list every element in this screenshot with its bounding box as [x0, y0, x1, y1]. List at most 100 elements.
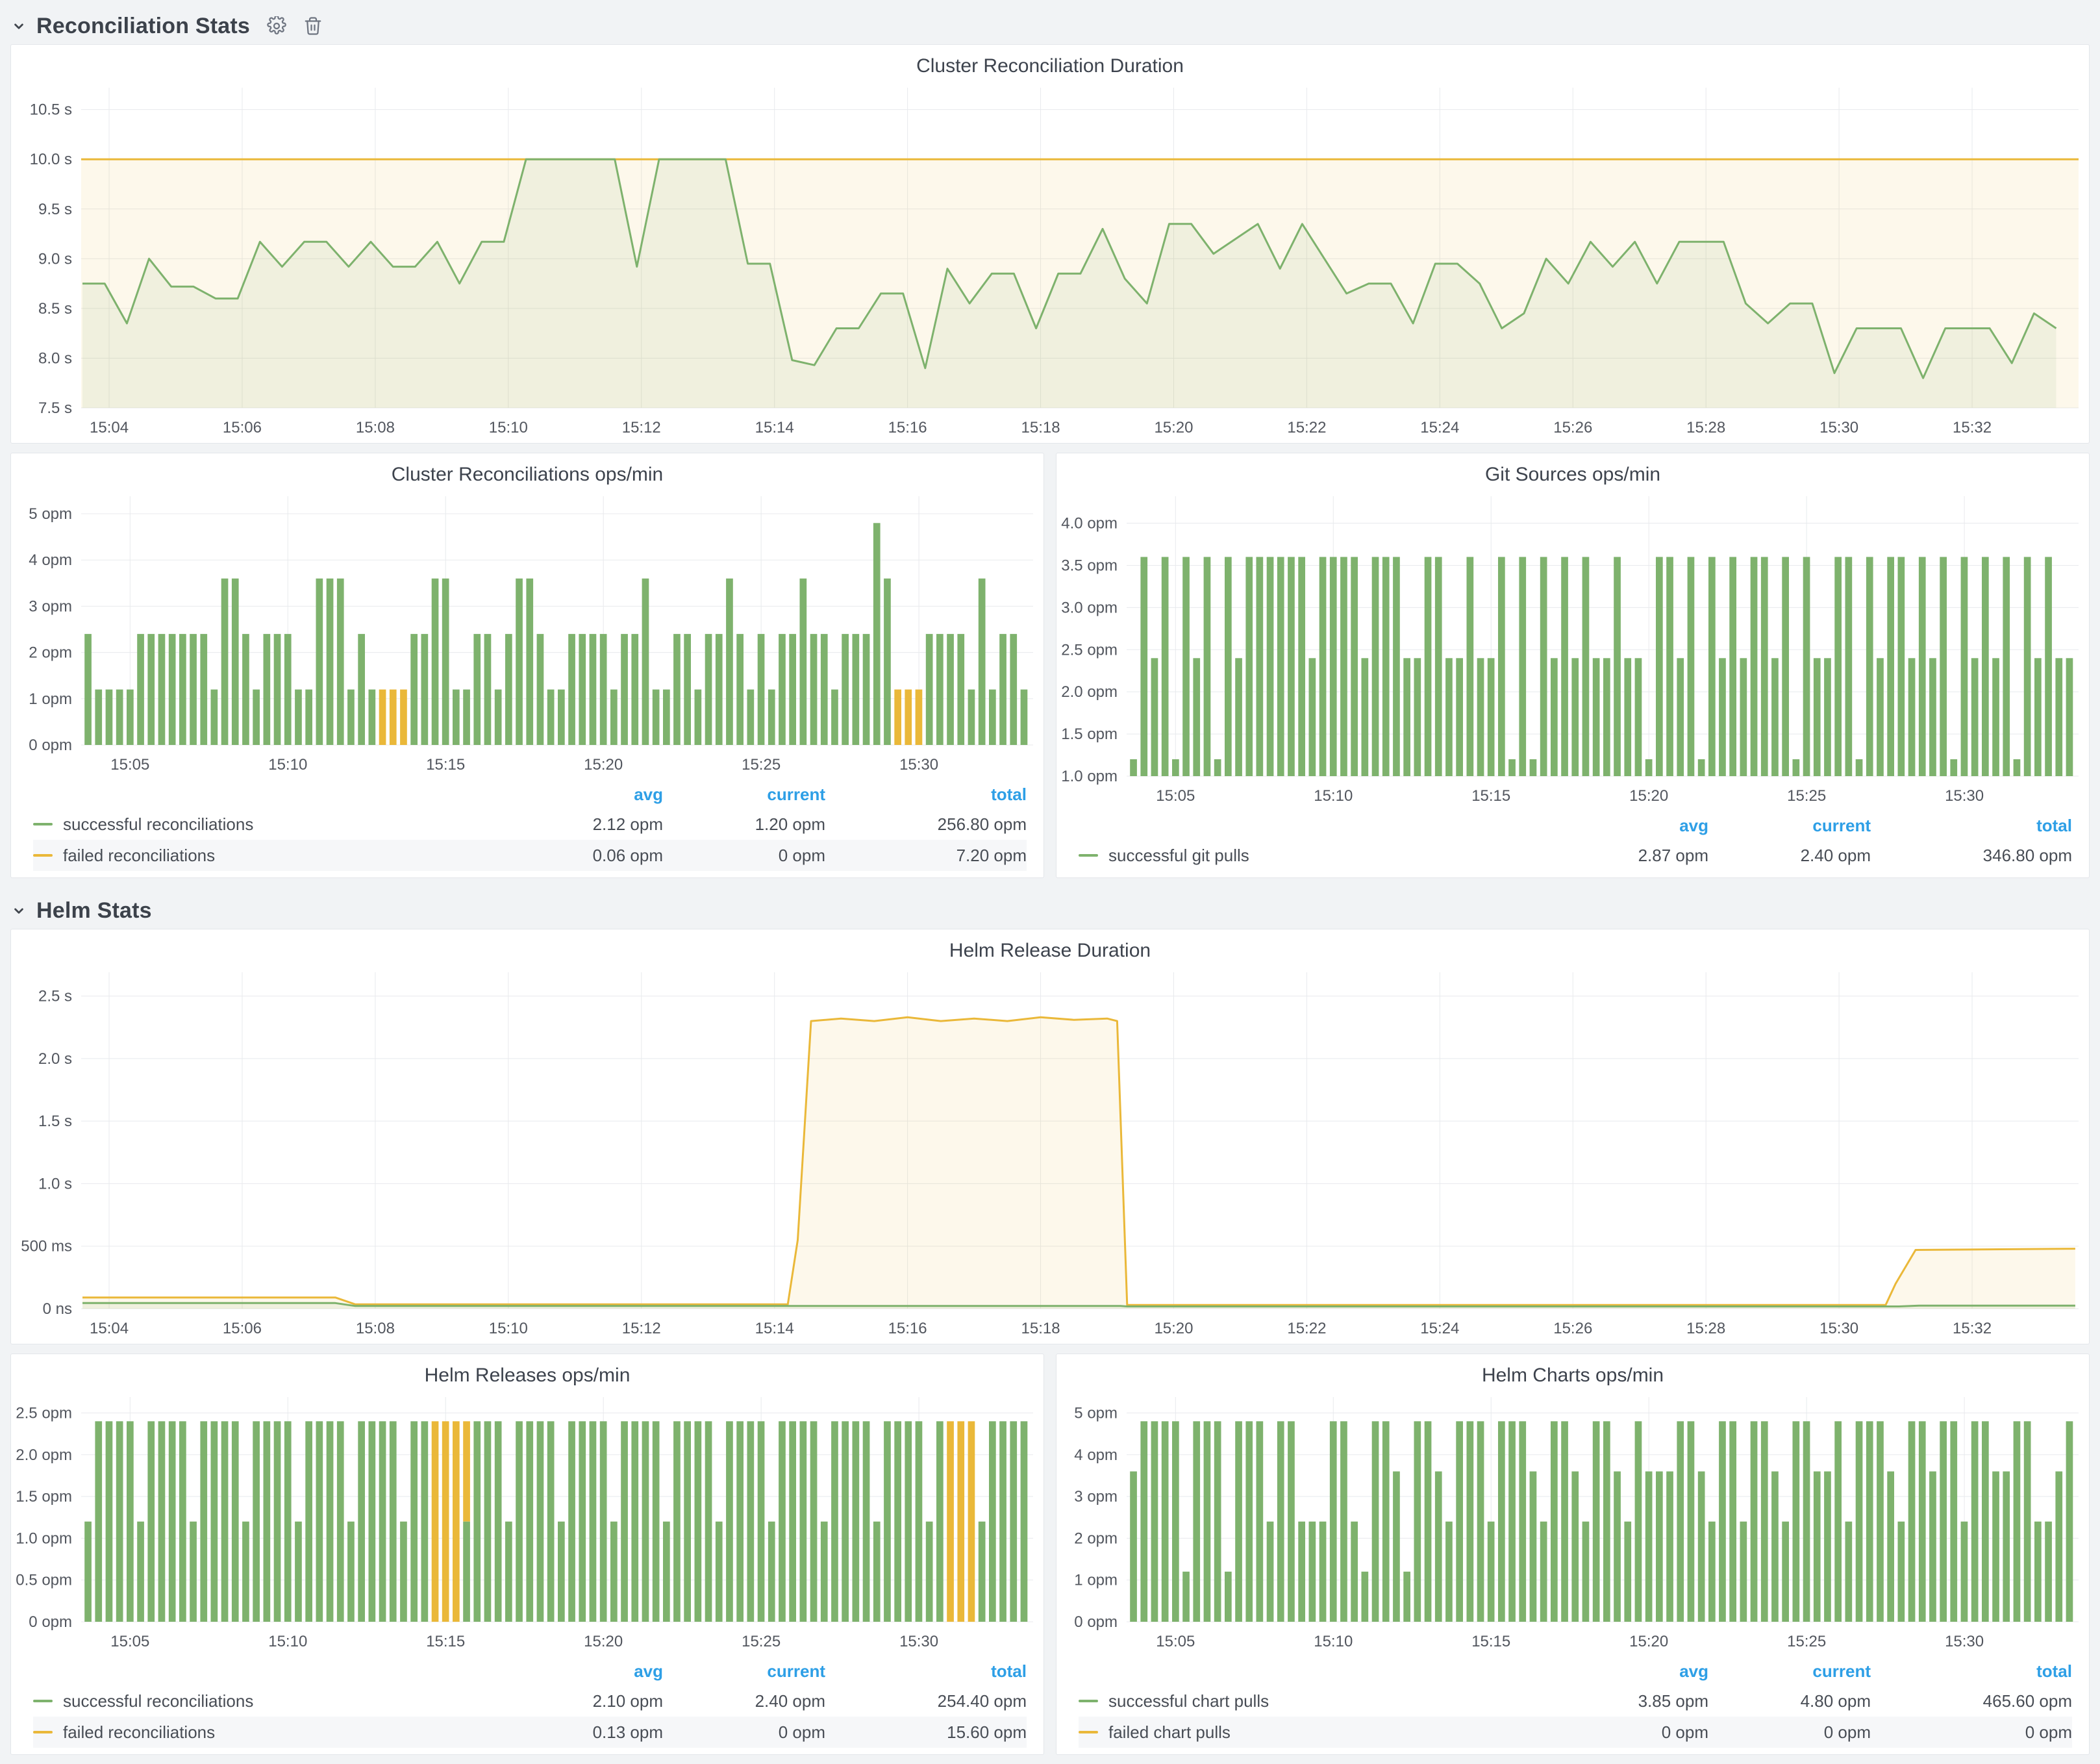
svg-text:15:16: 15:16	[888, 419, 927, 436]
stat-header-current[interactable]: current	[663, 785, 825, 805]
svg-text:15:10: 15:10	[489, 1320, 528, 1337]
svg-text:15:18: 15:18	[1021, 1320, 1060, 1337]
svg-text:1.5 opm: 1.5 opm	[1061, 725, 1118, 743]
svg-text:15:15: 15:15	[1471, 1633, 1510, 1650]
svg-text:1 opm: 1 opm	[29, 690, 72, 708]
svg-text:15:14: 15:14	[755, 1320, 794, 1337]
helm-release-duration-chart[interactable]: 15:0415:0615:0815:1015:1215:1415:1615:18…	[11, 966, 2089, 1344]
helm-releases-chart[interactable]: 15:0515:1015:1515:2015:2515:300 opm0.5 o…	[11, 1391, 1044, 1657]
series-color-swatch	[1079, 1731, 1098, 1733]
helm-releases-legend: avg current total successful reconciliat…	[11, 1657, 1044, 1754]
section-title[interactable]: Reconciliation Stats	[36, 14, 250, 39]
stat-current: 0 opm	[663, 846, 825, 866]
gear-icon[interactable]	[267, 16, 286, 36]
svg-text:0 opm: 0 opm	[29, 1613, 72, 1631]
git-sources-legend: avg current total successful git pulls 2…	[1056, 811, 2089, 877]
svg-text:9.0 s: 9.0 s	[38, 250, 72, 268]
svg-text:1.0 opm: 1.0 opm	[1061, 768, 1118, 785]
stat-header-avg[interactable]: avg	[1546, 1661, 1708, 1682]
svg-text:15:20: 15:20	[1629, 1633, 1668, 1650]
panel-cluster-reconciliation-duration: Cluster Reconciliation Duration 15:0415:…	[10, 44, 2090, 444]
git-sources-chart[interactable]: 15:0515:1015:1515:2015:2515:301.0 opm1.5…	[1056, 490, 2089, 811]
svg-text:15:24: 15:24	[1420, 419, 1459, 436]
stat-header-current[interactable]: current	[1708, 1661, 1871, 1682]
svg-text:10.5 s: 10.5 s	[30, 101, 72, 119]
svg-text:15:26: 15:26	[1553, 1320, 1592, 1337]
svg-text:15:06: 15:06	[223, 419, 262, 436]
svg-text:0 ns: 0 ns	[43, 1300, 72, 1318]
stat-total: 256.80 opm	[825, 814, 1027, 835]
panel-title-helm-charts-opm[interactable]: Helm Charts ops/min	[1056, 1354, 2089, 1391]
svg-text:10.0 s: 10.0 s	[30, 151, 72, 168]
series-label[interactable]: successful reconciliations	[63, 1691, 501, 1711]
stat-header-total[interactable]: total	[1871, 1661, 2072, 1682]
svg-text:2.0 opm: 2.0 opm	[16, 1446, 72, 1464]
stat-avg: 3.85 opm	[1546, 1691, 1708, 1711]
stat-total: 254.40 opm	[825, 1691, 1027, 1711]
svg-text:15:24: 15:24	[1420, 1320, 1459, 1337]
stat-header-current[interactable]: current	[1708, 816, 1871, 836]
series-label[interactable]: failed reconciliations	[63, 846, 501, 866]
stat-avg: 2.10 opm	[501, 1691, 663, 1711]
stat-current: 2.40 opm	[663, 1691, 825, 1711]
stat-current: 1.20 opm	[663, 814, 825, 835]
stat-avg: 0.06 opm	[501, 846, 663, 866]
svg-text:15:32: 15:32	[1953, 419, 1992, 436]
stat-header-avg[interactable]: avg	[1546, 816, 1708, 836]
series-label[interactable]: successful chart pulls	[1108, 1691, 1546, 1711]
stat-header-total[interactable]: total	[825, 785, 1027, 805]
svg-text:15:30: 15:30	[1945, 787, 1984, 805]
stat-header-avg[interactable]: avg	[501, 785, 663, 805]
svg-text:15:08: 15:08	[356, 419, 395, 436]
series-label[interactable]: successful git pulls	[1108, 846, 1546, 866]
series-label[interactable]: failed chart pulls	[1108, 1722, 1546, 1743]
svg-text:4 opm: 4 opm	[29, 551, 72, 569]
stat-total: 465.60 opm	[1871, 1691, 2072, 1711]
chevron-down-icon[interactable]	[10, 18, 27, 34]
svg-text:3.5 opm: 3.5 opm	[1061, 557, 1118, 574]
svg-text:15:16: 15:16	[888, 1320, 927, 1337]
stat-avg: 0 opm	[1546, 1722, 1708, 1743]
svg-text:0.5 opm: 0.5 opm	[16, 1572, 72, 1589]
stat-total: 346.80 opm	[1871, 846, 2072, 866]
section-header-reconciliation-stats[interactable]: Reconciliation Stats	[10, 8, 2090, 44]
section-header-helm-stats[interactable]: Helm Stats	[10, 892, 2090, 929]
svg-text:4.0 opm: 4.0 opm	[1061, 515, 1118, 533]
chevron-down-icon[interactable]	[10, 902, 27, 919]
cluster-reconciliation-duration-chart[interactable]: 15:0415:0615:0815:1015:1215:1415:1615:18…	[11, 81, 2089, 443]
trash-icon[interactable]	[303, 16, 323, 36]
svg-text:7.5 s: 7.5 s	[38, 399, 72, 417]
svg-text:15:28: 15:28	[1686, 1320, 1725, 1337]
panel-title-cluster-reconciliation-duration[interactable]: Cluster Reconciliation Duration	[11, 45, 2089, 81]
legend-stats-header: avg current total	[1079, 811, 2072, 840]
section-title[interactable]: Helm Stats	[36, 898, 152, 924]
panel-helm-releases-opm: Helm Releases ops/min 15:0515:1015:1515:…	[10, 1354, 1044, 1755]
series-label[interactable]: successful reconciliations	[63, 814, 501, 835]
panel-cluster-reconciliations-opm: Cluster Reconciliations ops/min 15:0515:…	[10, 453, 1044, 878]
series-label[interactable]: failed reconciliations	[63, 1722, 501, 1743]
panel-title-helm-release-duration[interactable]: Helm Release Duration	[11, 929, 2089, 966]
panel-title-helm-releases-opm[interactable]: Helm Releases ops/min	[11, 1354, 1044, 1391]
panel-title-cluster-reconciliations-opm[interactable]: Cluster Reconciliations ops/min	[11, 453, 1044, 490]
svg-text:15:25: 15:25	[1787, 787, 1826, 805]
svg-text:15:25: 15:25	[742, 756, 781, 774]
stat-header-total[interactable]: total	[1871, 816, 2072, 836]
panel-title-git-sources-opm[interactable]: Git Sources ops/min	[1056, 453, 2089, 490]
svg-text:1 opm: 1 opm	[1074, 1572, 1118, 1589]
svg-text:1.0 s: 1.0 s	[38, 1175, 72, 1192]
stat-current: 2.40 opm	[1708, 846, 1871, 866]
svg-text:15:10: 15:10	[1314, 1633, 1353, 1650]
stat-header-total[interactable]: total	[825, 1661, 1027, 1682]
stat-current: 4.80 opm	[1708, 1691, 1871, 1711]
helm-charts-chart[interactable]: 15:0515:1015:1515:2015:2515:300 opm1 opm…	[1056, 1391, 2089, 1657]
stat-avg: 2.87 opm	[1546, 846, 1708, 866]
stat-header-current[interactable]: current	[663, 1661, 825, 1682]
stat-current: 0 opm	[1708, 1722, 1871, 1743]
cluster-reconciliations-chart[interactable]: 15:0515:1015:1515:2015:2515:300 opm1 opm…	[11, 490, 1044, 780]
svg-text:0 opm: 0 opm	[1074, 1613, 1118, 1631]
series-color-swatch	[33, 823, 53, 825]
svg-text:15:05: 15:05	[1156, 787, 1195, 805]
stat-header-avg[interactable]: avg	[501, 1661, 663, 1682]
svg-text:15:15: 15:15	[426, 756, 465, 774]
svg-text:15:20: 15:20	[584, 1633, 623, 1650]
